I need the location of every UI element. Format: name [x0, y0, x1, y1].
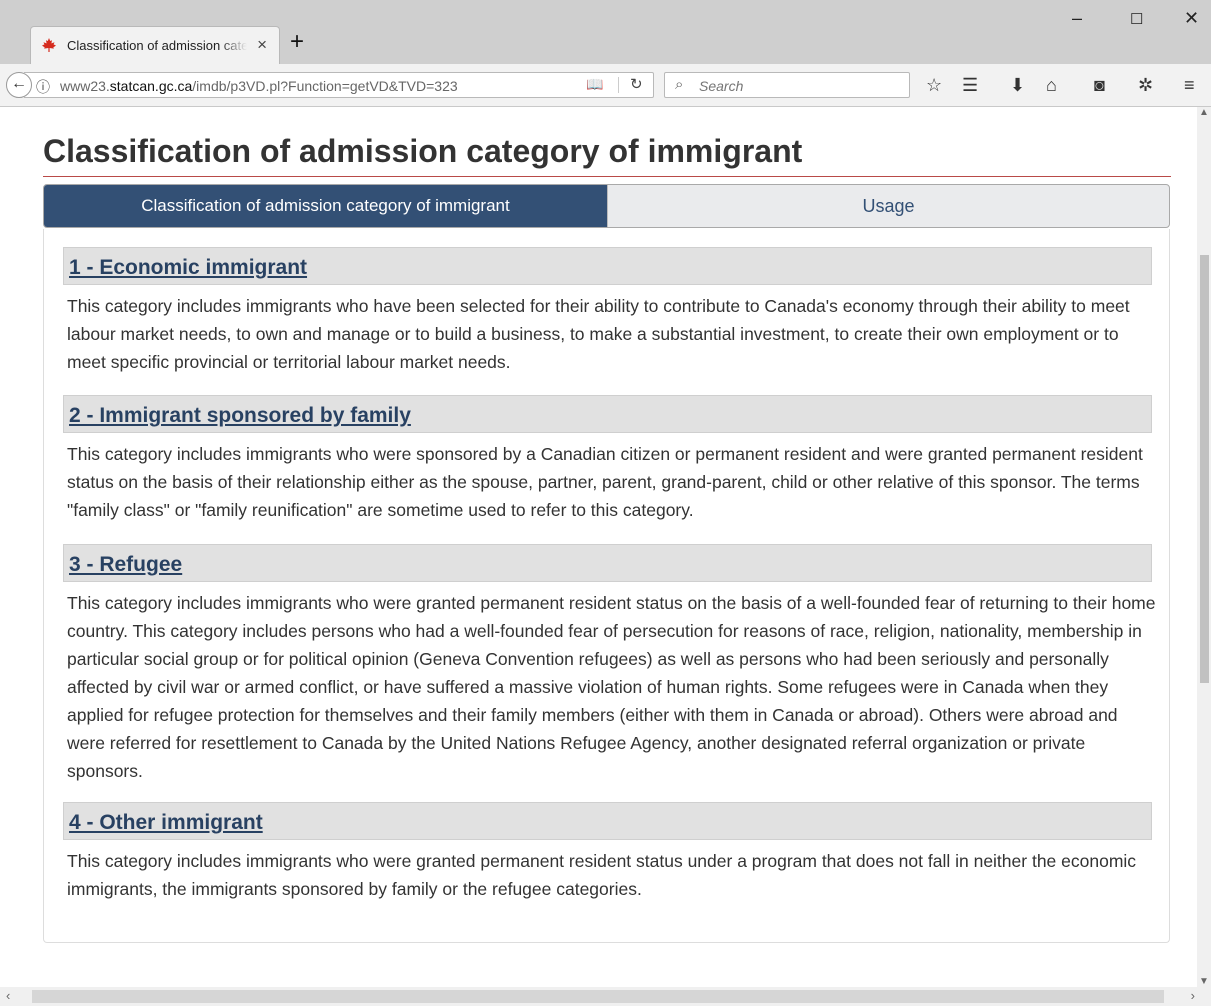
url-text[interactable]: www23.statcan.gc.ca/imdb/p3VD.pl?Functio… [60, 78, 535, 94]
category-description-other: This category includes immigrants who we… [67, 851, 1137, 899]
navigation-toolbar: ⓘ www23.statcan.gc.ca/imdb/p3VD.pl?Funct… [0, 64, 1211, 107]
star-icon[interactable]: ☆ [926, 75, 942, 95]
scroll-up-icon[interactable]: ▲ [1199, 107, 1209, 118]
category-link-refugee[interactable]: 3 - Refugee [69, 553, 182, 577]
category-header-refugee: 3 - Refugee [63, 544, 1152, 582]
category-header-economic: 1 - Economic immigrant [63, 247, 1152, 285]
classification-panel: 1 - Economic immigrant This category inc… [43, 229, 1170, 943]
page-title: Classification of admission category of … [43, 133, 803, 169]
search-box[interactable]: ⌕ [664, 72, 910, 98]
address-bar-divider [618, 77, 619, 93]
category-link-other[interactable]: 4 - Other immigrant [69, 811, 263, 835]
horizontal-scroll-thumb[interactable] [32, 990, 1164, 1003]
tab-close-icon[interactable]: × [257, 35, 267, 55]
category-description-refugee: This category includes immigrants who we… [67, 593, 1156, 781]
content-tabs: Classification of admission category of … [43, 184, 1170, 228]
new-tab-button[interactable]: + [290, 28, 304, 56]
extension-icon[interactable]: ✲ [1138, 75, 1153, 95]
vertical-scroll-thumb[interactable] [1200, 255, 1209, 683]
browser-tab[interactable]: Classification of admission category of … [30, 26, 280, 64]
close-window-button[interactable]: ✕ [1184, 8, 1199, 29]
pocket-icon[interactable]: ◙ [1094, 75, 1105, 95]
bookmark-list-icon[interactable]: ☰ [962, 75, 978, 95]
title-divider [43, 176, 1171, 177]
category-description-economic: This category includes immigrants who ha… [67, 296, 1130, 372]
scroll-left-icon[interactable]: ‹ [6, 988, 10, 1003]
maximize-button[interactable]: ☐ [1130, 10, 1143, 28]
reader-view-icon[interactable]: 📖 [586, 76, 603, 93]
search-icon: ⌕ [675, 76, 684, 93]
info-icon[interactable]: ⓘ [36, 77, 50, 97]
back-arrow-icon[interactable]: ← [6, 72, 32, 98]
reload-icon[interactable]: ↻ [630, 75, 643, 93]
hamburger-menu-icon[interactable]: ≡ [1184, 75, 1195, 95]
tab-title: Classification of admission category of … [67, 38, 247, 53]
category-header-other: 4 - Other immigrant [63, 802, 1152, 840]
search-input[interactable] [697, 76, 901, 96]
browser-titlebar: Classification of admission category of … [0, 0, 1211, 65]
horizontal-scrollbar[interactable]: ‹ › [0, 987, 1211, 1006]
category-description-family: This category includes immigrants who we… [67, 444, 1143, 520]
minimize-button[interactable]: – [1072, 8, 1082, 29]
scroll-right-icon[interactable]: › [1191, 988, 1195, 1003]
category-link-family[interactable]: 2 - Immigrant sponsored by family [69, 404, 411, 428]
page-viewport: Classification of admission category of … [0, 107, 1197, 987]
category-link-economic[interactable]: 1 - Economic immigrant [69, 256, 307, 280]
home-icon[interactable]: ⌂ [1046, 75, 1057, 95]
vertical-scrollbar[interactable]: ▲ ▼ [1197, 107, 1211, 987]
tab-usage[interactable]: Usage [607, 185, 1169, 227]
download-icon[interactable]: ⬇ [1010, 75, 1025, 95]
address-bar[interactable]: ⓘ www23.statcan.gc.ca/imdb/p3VD.pl?Funct… [24, 72, 654, 98]
maple-leaf-icon [42, 38, 56, 52]
scroll-down-icon[interactable]: ▼ [1199, 976, 1209, 987]
category-header-family: 2 - Immigrant sponsored by family [63, 395, 1152, 433]
tab-classification[interactable]: Classification of admission category of … [44, 185, 607, 227]
